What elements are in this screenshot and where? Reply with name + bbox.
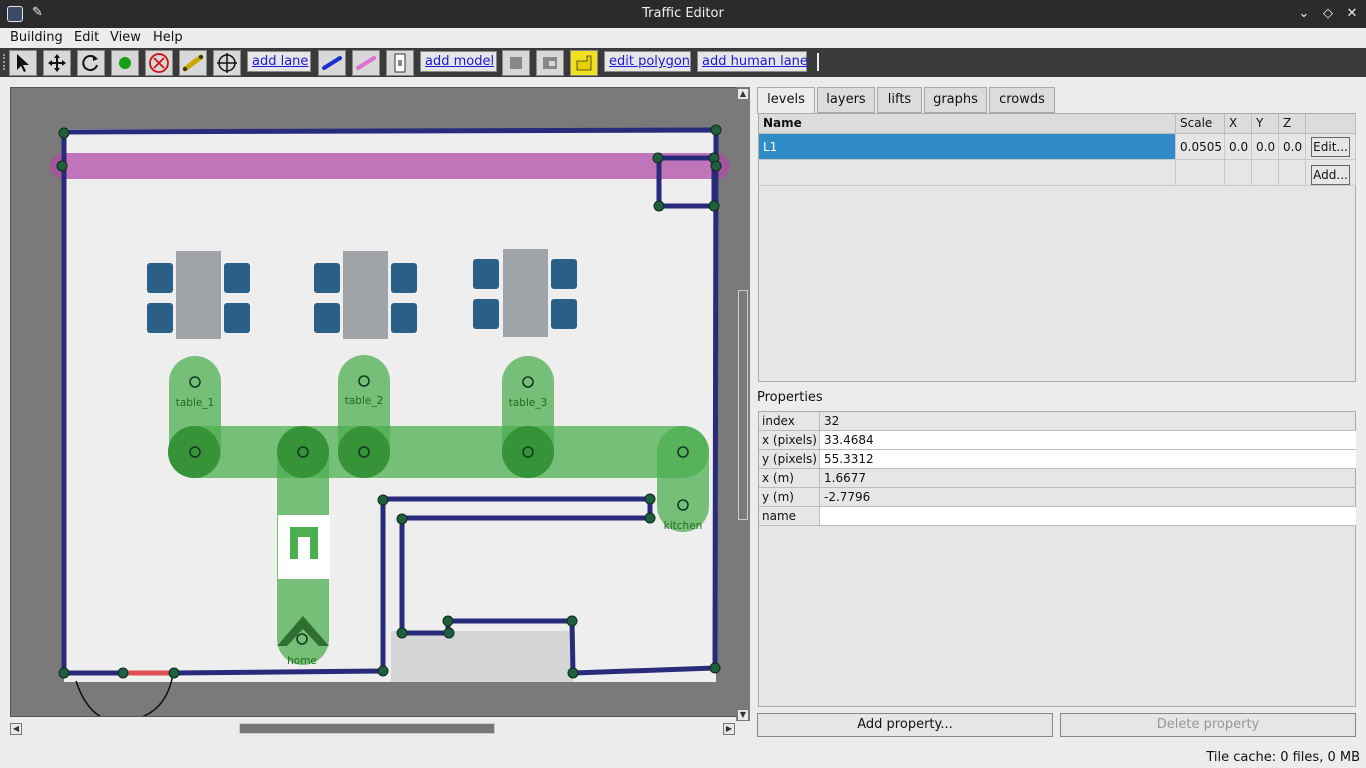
add-measurement-icon[interactable] [213, 50, 241, 76]
level-z-cell[interactable]: 0.0 [1279, 134, 1306, 160]
map-horizontal-scroll-thumb[interactable] [239, 723, 495, 734]
tab-lifts[interactable]: lifts [877, 87, 922, 113]
tab-graphs[interactable]: graphs [924, 87, 987, 113]
add-door-icon[interactable] [386, 50, 414, 76]
empty-cell [1252, 160, 1279, 186]
menu-bar: Building Edit View Help [0, 28, 1366, 48]
properties-title: Properties [757, 390, 823, 405]
window-title: Traffic Editor [642, 6, 724, 21]
menu-edit[interactable]: Edit [74, 30, 99, 45]
add-floor-lane-icon[interactable] [318, 50, 346, 76]
add-level-button[interactable]: Add... [1311, 165, 1350, 185]
close-icon[interactable]: ✕ [1342, 4, 1362, 24]
delete-icon[interactable] [145, 50, 173, 76]
scroll-up-icon[interactable]: ▲ [737, 88, 749, 100]
toolbar: add lane add model edit polygon add huma… [0, 48, 1366, 77]
menu-building[interactable]: Building [10, 30, 63, 45]
add-floor-icon[interactable] [502, 50, 530, 76]
add-model-button[interactable]: add model [420, 51, 497, 72]
col-header-y[interactable]: Y [1252, 114, 1279, 134]
add-vertex-icon[interactable] [111, 50, 139, 76]
toolbar-grip[interactable] [3, 54, 7, 70]
col-header-x[interactable]: X [1225, 114, 1252, 134]
scroll-down-icon[interactable]: ▼ [737, 709, 749, 721]
label-kitchen: kitchen [664, 520, 703, 532]
scroll-left-icon[interactable]: ◀ [10, 723, 22, 735]
prop-value: -2.7796 [820, 488, 1356, 507]
add-property-button[interactable]: Add property... [757, 713, 1053, 737]
scroll-right-icon[interactable]: ▶ [723, 723, 735, 735]
empty-name-cell [759, 160, 1176, 186]
move-tool-icon[interactable] [43, 50, 71, 76]
levels-table: Name Scale X Y Z L1 0.0505 0.0 0.0 0.0 E… [758, 113, 1356, 382]
maximize-icon[interactable]: ◇ [1318, 4, 1338, 24]
empty-cell [1279, 160, 1306, 186]
prop-key: index [759, 412, 820, 431]
edit-polygon-button[interactable]: edit polygon [604, 51, 691, 72]
status-bar: Tile cache: 0 files, 0 MB [0, 746, 1366, 768]
delete-property-button[interactable]: Delete property [1060, 713, 1356, 737]
add-zone-icon[interactable] [570, 50, 598, 76]
label-table-1: table_1 [176, 397, 215, 409]
add-human-lane-button[interactable]: add human lane [697, 51, 808, 72]
add-hole-icon[interactable] [536, 50, 564, 76]
col-header-scale[interactable]: Scale [1176, 114, 1225, 134]
prop-value-field[interactable]: 55.3312 [820, 450, 1356, 469]
level-name-cell[interactable]: L1 [759, 134, 1176, 160]
map-view[interactable]: table_1 table_2 table_3 kitchen home [10, 87, 750, 717]
level-y-cell[interactable]: 0.0 [1252, 134, 1279, 160]
name-field[interactable] [820, 507, 1356, 526]
prop-value: 1.6677 [820, 469, 1356, 488]
prop-key: x (pixels) [759, 431, 820, 450]
col-header-actions [1306, 114, 1356, 134]
level-scale-cell[interactable]: 0.0505 [1176, 134, 1225, 160]
map-vertical-scroll-thumb[interactable] [738, 290, 748, 520]
tab-crowds[interactable]: crowds [989, 87, 1055, 113]
label-home: home [287, 655, 317, 667]
menu-view[interactable]: View [110, 30, 141, 45]
tab-layers[interactable]: layers [817, 87, 875, 113]
col-header-name[interactable]: Name [759, 114, 1176, 134]
prop-value-field[interactable]: 33.4684 [820, 431, 1356, 450]
select-tool-icon[interactable] [9, 50, 37, 76]
tile-cache-status: Tile cache: 0 files, 0 MB [1206, 750, 1360, 765]
prop-key: y (pixels) [759, 450, 820, 469]
col-header-z[interactable]: Z [1279, 114, 1306, 134]
minimize-icon[interactable]: ⌄ [1294, 4, 1314, 24]
properties-table: index 32 x (pixels) 33.4684 y (pixels) 5… [758, 411, 1356, 707]
add-lane-button[interactable]: add lane [247, 51, 311, 72]
label-table-2: table_2 [345, 395, 384, 407]
tab-levels[interactable]: levels [757, 87, 815, 114]
level-x-cell[interactable]: 0.0 [1225, 134, 1252, 160]
label-table-3: table_3 [509, 397, 548, 409]
rotate-tool-icon[interactable] [77, 50, 105, 76]
prop-key: x (m) [759, 469, 820, 488]
add-human-lane-icon[interactable] [352, 50, 380, 76]
add-wall-icon[interactable] [179, 50, 207, 76]
prop-key: name [759, 507, 820, 526]
title-bar: ✎ Traffic Editor ⌄ ◇ ✕ [0, 0, 1366, 28]
kitchen-floor [391, 631, 573, 682]
menu-help[interactable]: Help [153, 30, 183, 45]
map-canvas[interactable]: table_1 table_2 table_3 kitchen home [11, 88, 750, 717]
toolbar-separator [817, 53, 819, 71]
prop-value: 32 [820, 412, 1356, 431]
empty-cell [1225, 160, 1252, 186]
empty-cell [1176, 160, 1225, 186]
edit-level-button[interactable]: Edit... [1311, 137, 1350, 157]
prop-key: y (m) [759, 488, 820, 507]
